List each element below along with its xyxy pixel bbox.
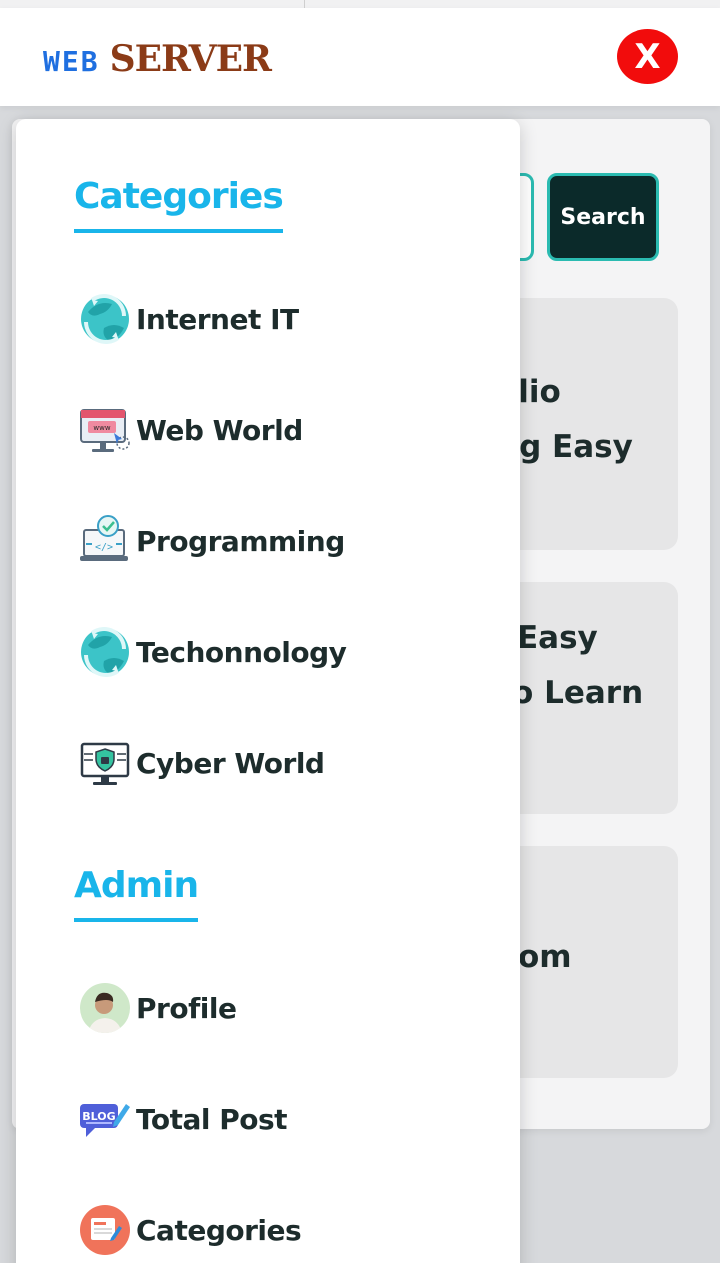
- category-programming[interactable]: </> Programming: [78, 513, 345, 569]
- svg-text:BLOG: BLOG: [82, 1110, 115, 1123]
- side-drawer: Categories Internet IT www Web World </>…: [16, 119, 520, 1263]
- category-label: Programming: [136, 524, 345, 558]
- svg-text:www: www: [93, 424, 110, 432]
- logo-server-text: SERVER: [109, 38, 272, 80]
- web-monitor-icon: www: [80, 409, 130, 452]
- category-label: Internet IT: [136, 302, 299, 336]
- categories-icon: [80, 1205, 130, 1255]
- admin-label: Categories: [136, 1213, 302, 1247]
- avatar-icon: [80, 983, 130, 1033]
- admin-item-total-post[interactable]: BLOG Total Post: [78, 1091, 288, 1147]
- cyber-shield-icon: [80, 742, 130, 785]
- admin-label: Total Post: [136, 1102, 288, 1136]
- admin-item-profile[interactable]: Profile: [78, 980, 237, 1036]
- post-card-text: Easy: [517, 620, 598, 656]
- search-button[interactable]: Search: [547, 173, 659, 261]
- post-card-text: o Learn: [512, 675, 644, 711]
- browser-top-strip: [0, 0, 720, 8]
- category-cyber-world[interactable]: Cyber World: [78, 735, 325, 791]
- globe-icon: [81, 627, 129, 677]
- globe-icon: [81, 294, 129, 344]
- admin-label: Profile: [136, 991, 237, 1025]
- logo-web-text: WEB: [43, 45, 100, 78]
- blog-icon: BLOG: [80, 1104, 130, 1137]
- admin-item-categories[interactable]: Categories: [78, 1202, 302, 1258]
- post-card-text: om: [518, 939, 572, 975]
- category-internet-it[interactable]: Internet IT: [78, 291, 299, 347]
- site-header: WEB SERVER X: [0, 8, 720, 106]
- close-menu-button[interactable]: X: [617, 29, 678, 84]
- category-web-world[interactable]: www Web World: [78, 402, 303, 458]
- category-label: Techonnology: [136, 635, 347, 669]
- category-techonnology[interactable]: Techonnology: [78, 624, 347, 680]
- code-laptop-icon: </>: [80, 515, 128, 561]
- category-label: Cyber World: [136, 746, 325, 780]
- categories-heading: Categories: [74, 175, 284, 233]
- svg-text:</>: </>: [95, 542, 113, 553]
- category-label: Web World: [136, 413, 303, 447]
- admin-heading: Admin: [74, 864, 199, 922]
- site-logo[interactable]: WEB SERVER: [43, 38, 272, 80]
